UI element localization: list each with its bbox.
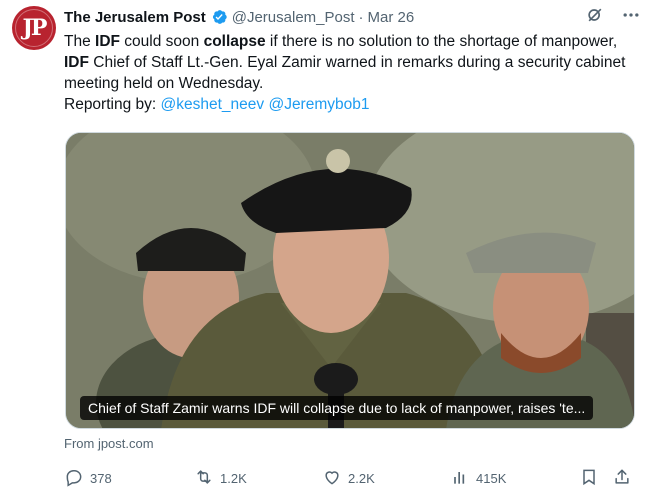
tweet-actions: 378 1.2K 2.2K 415K xyxy=(64,466,639,490)
media-caption: Chief of Staff Zamir warns IDF will coll… xyxy=(80,396,594,420)
bookmark-button[interactable] xyxy=(579,466,599,490)
like-button[interactable]: 2.2K xyxy=(322,466,375,490)
text-segment: could soon xyxy=(119,33,204,50)
text-segment: Chief of Staff Lt.-Gen. Eyal Zamir warne… xyxy=(64,54,626,92)
repost-button[interactable]: 1.2K xyxy=(194,466,247,490)
views-icon xyxy=(450,467,470,490)
text-segment: The xyxy=(64,33,96,50)
author-name[interactable]: The Jerusalem Post xyxy=(64,9,206,26)
reporting-label: Reporting by: xyxy=(64,96,161,113)
like-count: 2.2K xyxy=(348,470,375,486)
timestamp[interactable]: Mar 26 xyxy=(368,9,415,26)
mention-link[interactable]: @Jeremybob1 xyxy=(268,96,369,113)
link-source[interactable]: From jpost.com xyxy=(64,436,154,451)
more-icon[interactable] xyxy=(620,4,642,26)
views-button[interactable]: 415K xyxy=(450,466,506,490)
tweet-image[interactable]: Chief of Staff Zamir warns IDF will coll… xyxy=(65,132,635,429)
bold-text: collapse xyxy=(203,33,266,50)
author-handle[interactable]: @Jerusalem_Post xyxy=(232,9,355,26)
share-button[interactable] xyxy=(612,466,632,490)
reply-count: 378 xyxy=(90,470,112,486)
views-count: 415K xyxy=(476,470,507,486)
repost-icon xyxy=(194,467,214,490)
separator-dot: · xyxy=(358,8,364,26)
photo-illustration xyxy=(66,133,634,428)
reply-button[interactable]: 378 xyxy=(64,466,112,490)
tweet-text: The IDF could soon collapse if there is … xyxy=(64,31,639,115)
mention-link[interactable]: @keshet_neev xyxy=(161,96,265,113)
grok-icon[interactable] xyxy=(584,4,606,26)
share-icon xyxy=(612,467,632,490)
verified-icon xyxy=(210,8,228,26)
repost-count: 1.2K xyxy=(220,470,247,486)
avatar[interactable]: JP xyxy=(12,6,56,50)
bold-text: IDF xyxy=(95,33,120,50)
bold-text: IDF xyxy=(64,54,89,71)
tweet-header: The Jerusalem Post @Jerusalem_Post · Mar… xyxy=(64,6,642,28)
reply-icon xyxy=(64,467,84,490)
text-segment: if there is no solution to the shortage … xyxy=(265,33,618,50)
like-icon xyxy=(322,467,342,490)
bookmark-icon xyxy=(579,467,599,490)
